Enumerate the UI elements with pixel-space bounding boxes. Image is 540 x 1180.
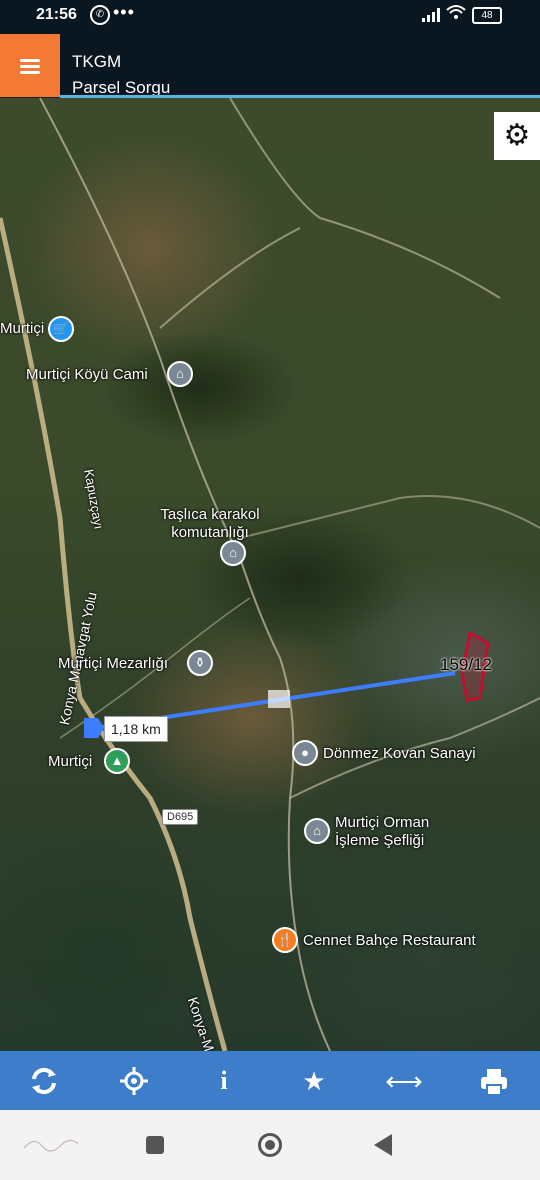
shopping-cart-icon[interactable]: 🛒 [48, 316, 74, 342]
status-bar: 21:56 ✆ ••• 48 [0, 0, 540, 34]
road-shield-d695: D695 [162, 809, 199, 825]
label-murtici-market[interactable]: Murtiçi [0, 320, 44, 337]
recent-apps-button[interactable] [146, 1136, 164, 1154]
road-overlay [0, 98, 540, 1051]
refresh-icon[interactable] [24, 1061, 64, 1101]
battery-icon: 48 [472, 7, 502, 24]
tree-icon[interactable]: ▲ [104, 748, 130, 774]
more-notifications-icon: ••• [113, 2, 135, 22]
place-pin-icon[interactable]: ● [292, 740, 318, 766]
building-icon[interactable]: ⌂ [304, 818, 330, 844]
menu-bar-icon [20, 59, 40, 62]
app-header: TKGM Parsel Sorgu [0, 34, 540, 97]
parcel-number-label[interactable]: 159/12 [440, 655, 492, 675]
label-cennet-bahce[interactable]: Cennet Bahçe Restaurant [303, 932, 476, 949]
restaurant-icon[interactable]: 🍴 [272, 927, 298, 953]
home-dot-icon [265, 1140, 275, 1150]
label-taslica-karakol[interactable]: Taşlıca karakol komutanlığı [130, 506, 290, 542]
back-button[interactable] [374, 1134, 392, 1156]
system-nav-bar [0, 1110, 540, 1180]
mosque-icon[interactable]: ⌂ [167, 361, 193, 387]
label-murtici-mezarligi[interactable]: Murtiçi Mezarlığı [58, 655, 168, 672]
menu-bar-icon [20, 65, 40, 68]
watermark-logo [20, 1130, 90, 1160]
label-donmez-kovan-sanayi[interactable]: Dönmez Kovan Sanayi [323, 745, 476, 762]
wifi-icon [446, 4, 466, 25]
cemetery-icon[interactable]: ⚱ [187, 650, 213, 676]
home-button[interactable] [258, 1133, 282, 1157]
distance-label: 1,18 km [104, 716, 168, 742]
label-murtici-orman[interactable]: Murtiçi Orman İşleme Şefliği [335, 814, 465, 850]
measure-icon[interactable]: ⟷ [384, 1061, 424, 1101]
print-icon[interactable] [474, 1061, 514, 1101]
info-icon[interactable]: i [204, 1061, 244, 1101]
signal-icon [422, 8, 442, 27]
label-murtici-park[interactable]: Murtiçi [48, 753, 92, 770]
label-murtici-koyu-cami[interactable]: Murtiçi Köyü Cami [26, 366, 148, 383]
map-toolbar: i ★ ⟷ [0, 1051, 540, 1110]
clock: 21:56 [36, 6, 77, 23]
satellite-map[interactable]: Murtiçi 🛒 Murtiçi Köyü Cami ⌂ Kapuzçayı … [0, 98, 540, 1051]
hamburger-menu-button[interactable] [0, 34, 60, 97]
menu-bar-icon [20, 71, 40, 74]
star-icon[interactable]: ★ [294, 1061, 334, 1101]
settings-gear-icon[interactable]: ⚙ [494, 112, 540, 160]
app-title: TKGM [72, 52, 122, 71]
landmark-icon[interactable]: ⌂ [220, 540, 246, 566]
locate-icon[interactable] [114, 1061, 154, 1101]
whatsapp-icon: ✆ [90, 5, 110, 25]
